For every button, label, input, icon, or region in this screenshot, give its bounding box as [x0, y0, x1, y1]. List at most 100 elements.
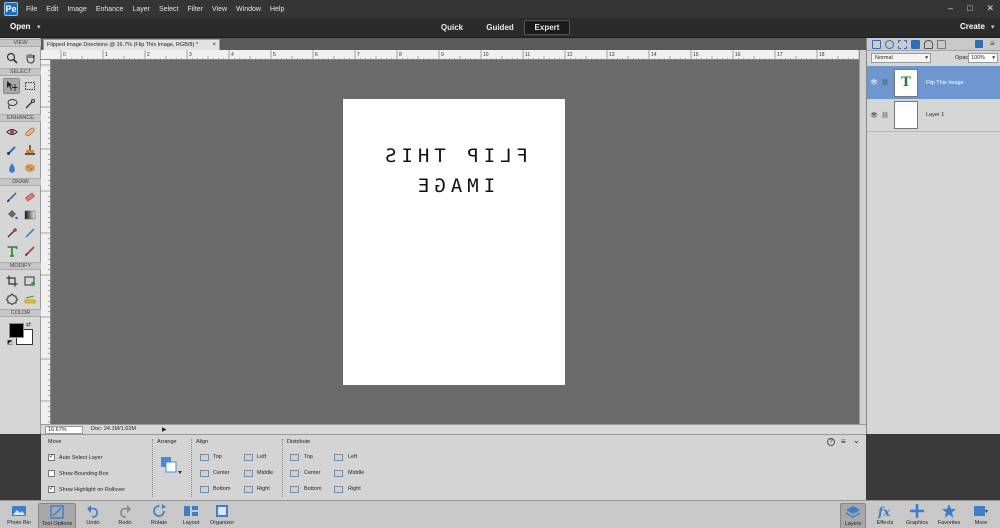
lock-transparent-icon[interactable] [937, 40, 946, 49]
new-layer-icon[interactable] [872, 40, 881, 49]
graphics-button[interactable]: Graphics [903, 503, 931, 528]
distribute-center-icon[interactable] [289, 469, 299, 477]
close-document-button[interactable]: × [212, 42, 216, 48]
create-button[interactable]: Create [960, 22, 985, 31]
status-menu-icon[interactable]: ▶ [162, 426, 167, 433]
swap-colors-icon[interactable]: ⇄ [26, 321, 31, 328]
add-mask-icon[interactable] [911, 40, 920, 49]
auto-select-layer-checkbox[interactable]: ✓ [48, 454, 55, 461]
visibility-eye-icon[interactable]: 👁 [870, 79, 878, 86]
distribute-middle-icon[interactable] [333, 469, 343, 477]
mode-guided-tab[interactable]: Guided [478, 20, 522, 35]
lock-all-icon[interactable] [924, 40, 933, 49]
help-icon[interactable]: ? [827, 438, 835, 446]
link-icon[interactable]: ⛓ [881, 79, 889, 86]
distribute-bottom-label[interactable]: Bottom [304, 486, 321, 492]
align-top-icon[interactable] [199, 453, 209, 461]
align-center-icon[interactable] [199, 469, 209, 477]
opacity-field[interactable]: 100% ▾ [968, 53, 998, 63]
align-left-icon[interactable] [243, 453, 253, 461]
type-tool[interactable] [3, 243, 20, 259]
align-middle-label[interactable]: Middle [257, 470, 273, 476]
straighten-tool[interactable] [21, 291, 38, 307]
spot-healing-tool[interactable] [21, 124, 38, 140]
menu-filter[interactable]: Filter [187, 6, 203, 13]
menu-select[interactable]: Select [159, 6, 178, 13]
create-dropdown-icon[interactable]: ▾ [991, 23, 995, 31]
panel-menu-icon[interactable]: ≡ [990, 39, 995, 48]
foreground-color-swatch[interactable] [9, 323, 24, 338]
paint-bucket-tool[interactable] [3, 207, 20, 223]
open-button[interactable]: Open [10, 22, 30, 31]
close-window-button[interactable]: ✕ [986, 3, 994, 14]
layer-row-pixel[interactable]: 👁 ⛓ Layer 1 [867, 99, 1000, 132]
canvas-area[interactable]: FLIP THIS IMAGE [51, 60, 859, 424]
eraser-tool[interactable] [21, 189, 38, 205]
move-tool[interactable] [3, 78, 20, 94]
collapse-options-icon[interactable]: ⌄ [853, 436, 860, 445]
align-center-label[interactable]: Center [213, 470, 230, 476]
menu-layer[interactable]: Layer [132, 6, 150, 13]
vertical-scrollbar[interactable] [859, 50, 866, 424]
distribute-center-label[interactable]: Center [304, 470, 321, 476]
menu-enhance[interactable]: Enhance [96, 6, 124, 13]
align-right-icon[interactable] [243, 485, 253, 493]
new-adjustment-layer-icon[interactable] [885, 40, 894, 49]
hand-tool[interactable] [21, 50, 38, 66]
organizer-button[interactable]: Organizer [207, 503, 237, 528]
distribute-left-icon[interactable] [333, 453, 343, 461]
lasso-tool[interactable] [3, 96, 20, 112]
menu-view[interactable]: View [212, 6, 227, 13]
layers-panel-button[interactable]: Layers [840, 503, 866, 528]
pencil-tool[interactable] [21, 243, 38, 259]
distribute-top-icon[interactable] [289, 453, 299, 461]
distribute-right-label[interactable]: Right [348, 486, 361, 492]
quick-selection-tool[interactable] [21, 96, 38, 112]
show-bounding-box-checkbox[interactable] [48, 470, 55, 477]
arrange-button[interactable] [159, 455, 183, 477]
link-icon[interactable]: ⛓ [881, 112, 889, 119]
gradient-tool[interactable] [21, 207, 38, 223]
brush-tool[interactable] [3, 189, 20, 205]
more-button[interactable]: More [967, 503, 995, 528]
align-left-label[interactable]: Left [257, 454, 266, 460]
distribute-left-label[interactable]: Left [348, 454, 357, 460]
content-aware-move-tool[interactable] [3, 291, 20, 307]
visibility-eye-icon[interactable]: 👁 [870, 112, 878, 119]
marquee-tool[interactable] [21, 78, 38, 94]
document-page[interactable]: FLIP THIS IMAGE [343, 99, 565, 385]
open-dropdown-icon[interactable]: ▾ [37, 23, 41, 31]
maximize-button[interactable]: □ [967, 3, 972, 14]
distribute-top-label[interactable]: Top [304, 454, 313, 460]
clone-stamp-tool[interactable] [21, 142, 38, 158]
new-group-icon[interactable] [898, 40, 907, 49]
redo-button[interactable]: Redo [112, 503, 138, 528]
crop-tool[interactable] [3, 273, 20, 289]
menu-window[interactable]: Window [236, 6, 261, 13]
blur-tool[interactable] [3, 160, 20, 176]
red-eye-tool[interactable] [3, 124, 20, 140]
effects-button[interactable]: fx Effects [872, 503, 898, 528]
zoom-field[interactable]: 16.67% [45, 426, 83, 434]
align-top-label[interactable]: Top [213, 454, 222, 460]
distribute-bottom-icon[interactable] [289, 485, 299, 493]
sponge-tool[interactable] [21, 160, 38, 176]
undo-button[interactable]: Undo [80, 503, 106, 528]
align-bottom-label[interactable]: Bottom [213, 486, 230, 492]
layer-row-text[interactable]: 👁 ⛓ T Flip This Image [867, 66, 1000, 99]
minimize-button[interactable]: – [948, 3, 953, 14]
tool-options-button[interactable]: Tool Options [38, 503, 76, 528]
smart-brush-tool[interactable] [3, 142, 20, 158]
distribute-middle-label[interactable]: Middle [348, 470, 364, 476]
zoom-tool[interactable] [3, 50, 20, 66]
rotate-button[interactable]: Rotate [144, 503, 174, 528]
delete-layer-icon[interactable] [975, 40, 983, 48]
align-middle-icon[interactable] [243, 469, 253, 477]
align-right-label[interactable]: Right [257, 486, 270, 492]
color-picker-tool[interactable] [3, 225, 20, 241]
menu-edit[interactable]: Edit [46, 6, 58, 13]
layout-button[interactable]: Layout [177, 503, 205, 528]
photo-bin-button[interactable]: Photo Bin [4, 503, 34, 528]
shape-tool[interactable] [21, 225, 38, 241]
show-highlight-checkbox[interactable]: ✓ [48, 486, 55, 493]
